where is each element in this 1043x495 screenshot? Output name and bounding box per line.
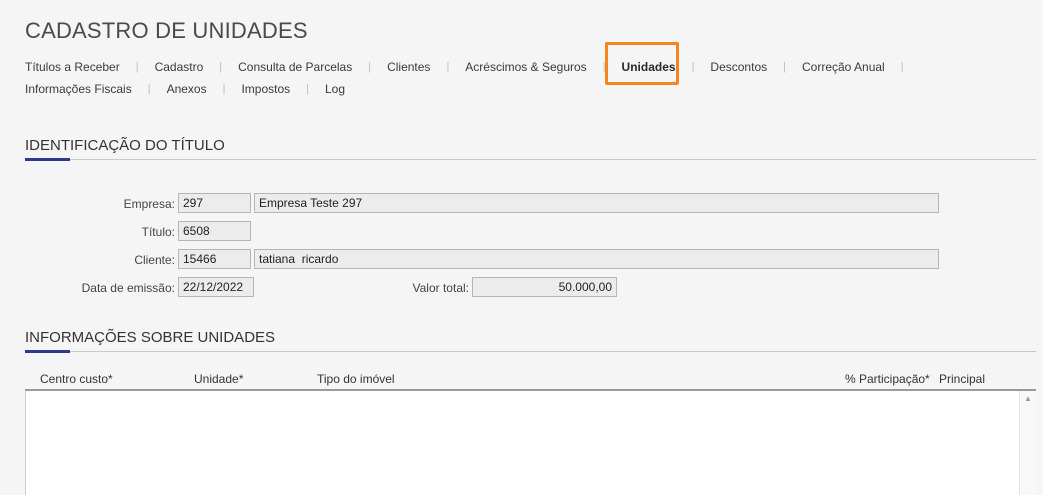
tab-separator: |: [368, 61, 372, 73]
page-title: CADASTRO DE UNIDADES: [25, 18, 308, 43]
tab-separator: |: [900, 61, 904, 73]
tab-titulos-a-receber[interactable]: Títulos a Receber: [25, 60, 120, 74]
tab-row-1: Títulos a Receber | Cadastro | Consulta …: [25, 60, 1025, 74]
section-accent-bar: [25, 158, 70, 161]
tab-consulta-de-parcelas[interactable]: Consulta de Parcelas: [238, 60, 352, 74]
tab-anexos[interactable]: Anexos: [167, 82, 207, 96]
column-header-centro-custo[interactable]: Centro custo*: [40, 372, 113, 386]
titulo-label: Título:: [141, 225, 175, 239]
tab-log[interactable]: Log: [325, 82, 345, 96]
empresa-label: Empresa:: [123, 197, 175, 211]
section-title-identificacao: IDENTIFICAÇÃO DO TÍTULO: [25, 137, 225, 154]
tab-separator: |: [691, 61, 695, 73]
tab-correcao-anual[interactable]: Correção Anual: [802, 60, 885, 74]
tab-separator: |: [446, 61, 450, 73]
tab-informacoes-fiscais[interactable]: Informações Fiscais: [25, 82, 132, 96]
valor-total-label: Valor total:: [412, 281, 469, 295]
tab-impostos[interactable]: Impostos: [241, 82, 290, 96]
units-grid-body[interactable]: [25, 391, 1020, 495]
valor-total-field[interactable]: 50.000,00: [472, 277, 617, 297]
tab-separator: |: [306, 83, 309, 95]
empresa-code-field[interactable]: 297: [178, 193, 251, 213]
tab-row-2: Informações Fiscais | Anexos | Impostos …: [25, 82, 1025, 96]
column-header-tipo-imovel[interactable]: Tipo do imóvel: [317, 372, 395, 386]
column-header-participacao[interactable]: % Participação*: [845, 372, 930, 386]
scroll-up-arrow-icon[interactable]: ▲: [1024, 394, 1032, 403]
column-header-principal[interactable]: Principal: [939, 372, 985, 386]
tab-descontos[interactable]: Descontos: [710, 60, 767, 74]
active-tab-highlight: [605, 42, 679, 85]
section-title-unidades: INFORMAÇÕES SOBRE UNIDADES: [25, 329, 276, 346]
data-emissao-field[interactable]: 22/12/2022: [178, 277, 254, 297]
section-divider: [25, 159, 1036, 160]
column-header-unidade[interactable]: Unidade*: [194, 372, 243, 386]
tab-bar: Títulos a Receber | Cadastro | Consulta …: [25, 60, 1025, 104]
data-emissao-label: Data de emissão:: [81, 281, 175, 295]
tab-separator: |: [135, 61, 139, 73]
cliente-label: Cliente:: [134, 253, 175, 267]
section-divider: [25, 351, 1036, 352]
titulo-field[interactable]: 6508: [178, 221, 251, 241]
tab-cadastro[interactable]: Cadastro: [155, 60, 204, 74]
tab-separator: |: [783, 61, 786, 73]
cliente-name-field[interactable]: tatiana ricardo: [254, 249, 939, 269]
tab-acrescimos-seguros[interactable]: Acréscimos & Seguros: [465, 60, 586, 74]
tab-separator: |: [147, 83, 151, 95]
tab-separator: |: [222, 83, 226, 95]
cliente-code-field[interactable]: 15466: [178, 249, 251, 269]
tab-separator: |: [219, 61, 223, 73]
tab-clientes[interactable]: Clientes: [387, 60, 430, 74]
section-accent-bar: [25, 350, 70, 353]
empresa-name-field[interactable]: Empresa Teste 297: [254, 193, 939, 213]
grid-scrollbar[interactable]: ▲: [1019, 391, 1037, 495]
